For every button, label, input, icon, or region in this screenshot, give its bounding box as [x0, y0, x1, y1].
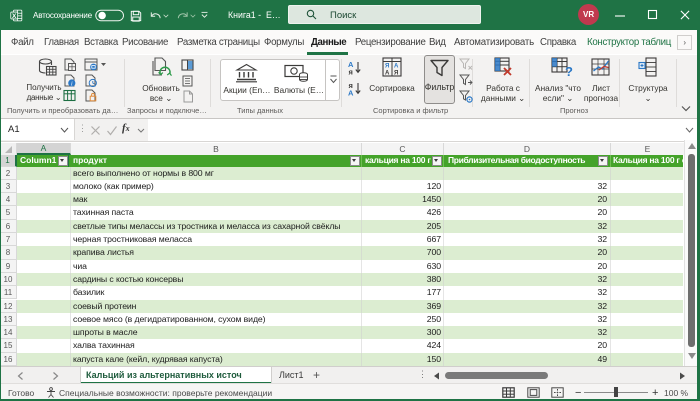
svg-text:Я: Я	[394, 71, 398, 77]
svg-text:А: А	[348, 89, 354, 97]
svg-text:я: я	[349, 68, 353, 76]
svg-text:А: А	[385, 71, 390, 77]
svg-text:?: ?	[565, 64, 573, 78]
svg-text:А: А	[394, 64, 399, 70]
svg-text:i: i	[71, 81, 73, 87]
svg-text:X: X	[12, 13, 17, 20]
svg-text:Я: Я	[385, 64, 389, 70]
